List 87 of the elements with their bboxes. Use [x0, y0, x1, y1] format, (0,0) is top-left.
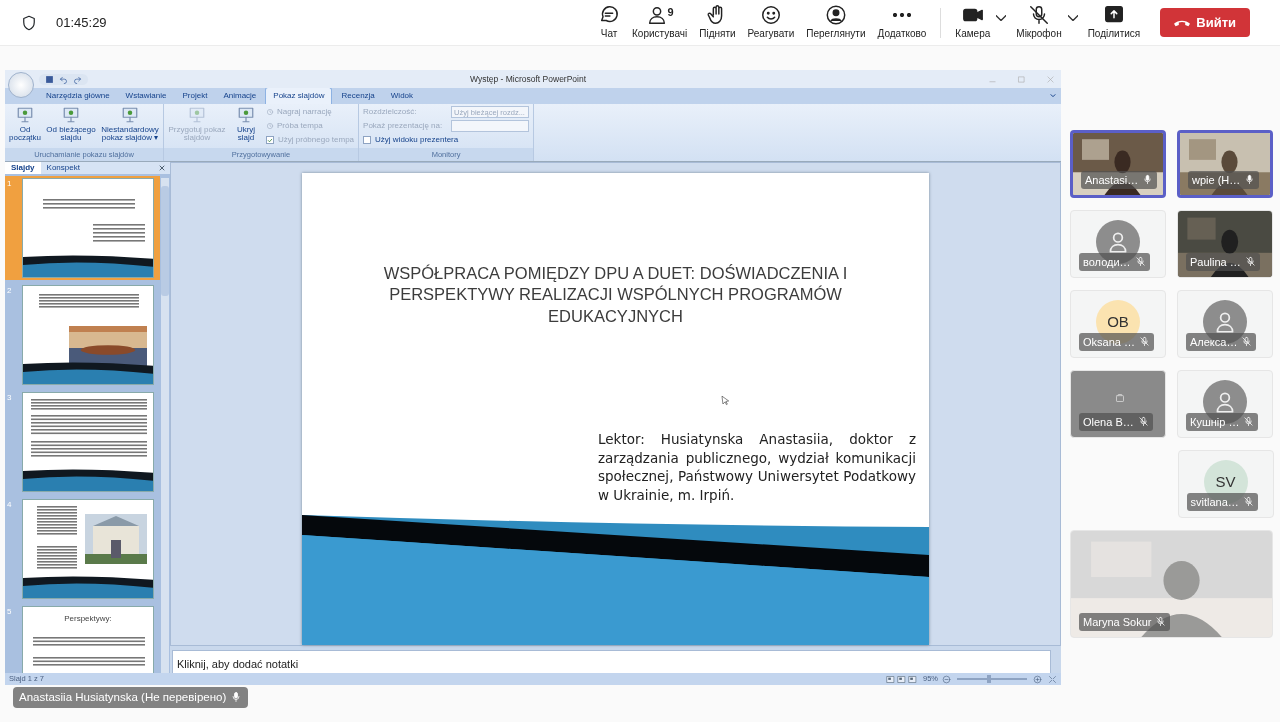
- ribbon-tab[interactable]: Animacje: [216, 88, 264, 104]
- fit-icon[interactable]: [1048, 674, 1057, 684]
- ribbon-tab[interactable]: Projekt: [175, 88, 215, 104]
- chevron-down-icon[interactable]: [996, 14, 1007, 21]
- slide-number: 1: [7, 178, 13, 190]
- projector-icon: [120, 106, 140, 124]
- participant-name: володи…: [1083, 254, 1131, 270]
- checkmark-icon: [267, 136, 273, 144]
- projector-icon: [15, 106, 35, 124]
- slide-number: 2: [7, 285, 13, 297]
- zoom-in-icon[interactable]: [1033, 674, 1042, 684]
- participant-name: Olena B…: [1083, 414, 1134, 430]
- slide-body-text: Lektor: Husiatynska Anastasiia, doktor z zarządzania publicznego, wydział komunikacji społecznej, Państwowy Uniwersytet Podatkowy w Ukrainie, m. Irpiń.: [598, 430, 916, 505]
- zoom-out-icon[interactable]: [942, 674, 951, 684]
- slide-thumbnail[interactable]: [22, 499, 154, 599]
- mic-off-button[interactable]: Мікрофон: [1010, 4, 1068, 41]
- more-icon: [892, 13, 911, 17]
- window-title: Występ - Microsoft PowerPoint: [468, 72, 588, 86]
- office-button[interactable]: [8, 72, 34, 98]
- projector-icon: [236, 106, 256, 124]
- maximize-icon[interactable]: [1017, 74, 1026, 84]
- sorter-view-icon[interactable]: [897, 674, 906, 684]
- person-button[interactable]: 9 Користувачі: [626, 4, 694, 41]
- close-icon[interactable]: [158, 164, 166, 172]
- smile-button[interactable]: Реагувати: [741, 4, 801, 41]
- slide-heading: Perspektywy:: [63, 613, 113, 625]
- dropdown-field[interactable]: [451, 120, 530, 132]
- slide-thumbnail[interactable]: [22, 392, 154, 492]
- slide-thumbnail[interactable]: Perspektywy:: [22, 606, 154, 673]
- ribbon-tab[interactable]: Recenzja: [334, 88, 382, 104]
- meeting-timer: 01:45:29: [56, 13, 107, 32]
- projector-icon: [187, 106, 207, 124]
- text-lines-drawing: [37, 506, 77, 569]
- checkbox[interactable]: [363, 136, 372, 144]
- participant-name: wpie (H…: [1192, 172, 1241, 188]
- slide-number: 5: [7, 606, 13, 618]
- microphone-icon: [230, 691, 243, 704]
- slide-thumbnail[interactable]: [22, 178, 154, 278]
- slide-title: WSPÓŁPRACA POMIĘDZY DPU A DUET: DOŚWIADCZENIA I PERSPEKTYWY REALIZACJI WSPÓLNYCH PROGRAMÓW EDUKACYJNYCH: [382, 263, 849, 327]
- notes-field[interactable]: Kliknij, aby dodać notatki: [172, 650, 1051, 676]
- slide-number: 4: [7, 499, 13, 511]
- person-circle-button[interactable]: Переглянути: [800, 4, 872, 41]
- ribbon-tab[interactable]: Widok: [383, 88, 421, 104]
- slideshow-view-icon[interactable]: [908, 674, 917, 684]
- slider-thumb[interactable]: [986, 675, 991, 683]
- clock-icon: [266, 108, 274, 116]
- person-circle-icon: [824, 4, 847, 26]
- ribbon-button[interactable]: Niestandardowy pokaz slajdów ▾: [101, 106, 159, 146]
- ribbon-tab[interactable]: Narzędzia główne: [39, 88, 117, 104]
- chat-button[interactable]: Чат: [592, 4, 626, 41]
- smile-icon: [759, 4, 782, 26]
- ribbon-button[interactable]: Ukryj slajd: [230, 106, 262, 146]
- participant-name: Anastasi…: [1085, 172, 1139, 188]
- cursor-icon: [720, 395, 731, 406]
- redo-icon[interactable]: [73, 74, 82, 84]
- participant-name: Paulina …: [1190, 254, 1241, 270]
- chevron-down-icon[interactable]: [1067, 14, 1078, 21]
- camera-off-icon: [1113, 391, 1127, 405]
- ribbon-button[interactable]: Od bieżącego slajdu: [45, 106, 97, 146]
- phone-icon: [1174, 18, 1191, 27]
- save-icon[interactable]: [45, 74, 54, 84]
- more-button[interactable]: Додатково: [871, 4, 933, 41]
- participant-name: Алекса…: [1190, 334, 1238, 350]
- participant-name: Кушнір …: [1190, 414, 1240, 430]
- share-button[interactable]: Поділитися: [1081, 4, 1147, 41]
- hand-button[interactable]: Підняти: [693, 4, 742, 41]
- shield-icon: [20, 13, 38, 32]
- scrollbar[interactable]: [161, 178, 169, 673]
- slide-thumbnail[interactable]: [22, 285, 154, 385]
- projector-icon: [61, 106, 81, 124]
- checkbox-label: Użyj widoku prezentera: [375, 134, 459, 146]
- normal-view-icon[interactable]: [886, 674, 895, 684]
- panel-tab[interactable]: Slajdy: [5, 162, 41, 174]
- leave-button[interactable]: Вийти: [1160, 7, 1250, 38]
- undo-icon[interactable]: [59, 74, 68, 84]
- clock-icon: [266, 122, 274, 130]
- panel-tab[interactable]: Konspekt: [40, 162, 86, 174]
- field-label: Rozdzielczość:: [363, 106, 418, 118]
- presenter-name: Anastasiia Husiatynska (Не перевірено): [19, 689, 227, 705]
- camera-button[interactable]: Камера: [949, 4, 997, 41]
- slide-number: 3: [7, 392, 13, 404]
- participant-name: Maryna Sokur: [1083, 614, 1152, 630]
- ribbon-tab[interactable]: Wstawianie: [118, 88, 174, 104]
- expand-icon[interactable]: [1049, 92, 1057, 100]
- mic-off-icon: [1028, 4, 1050, 26]
- participant-count: 9: [667, 5, 674, 20]
- ribbon-button[interactable]: Od początku: [9, 106, 41, 146]
